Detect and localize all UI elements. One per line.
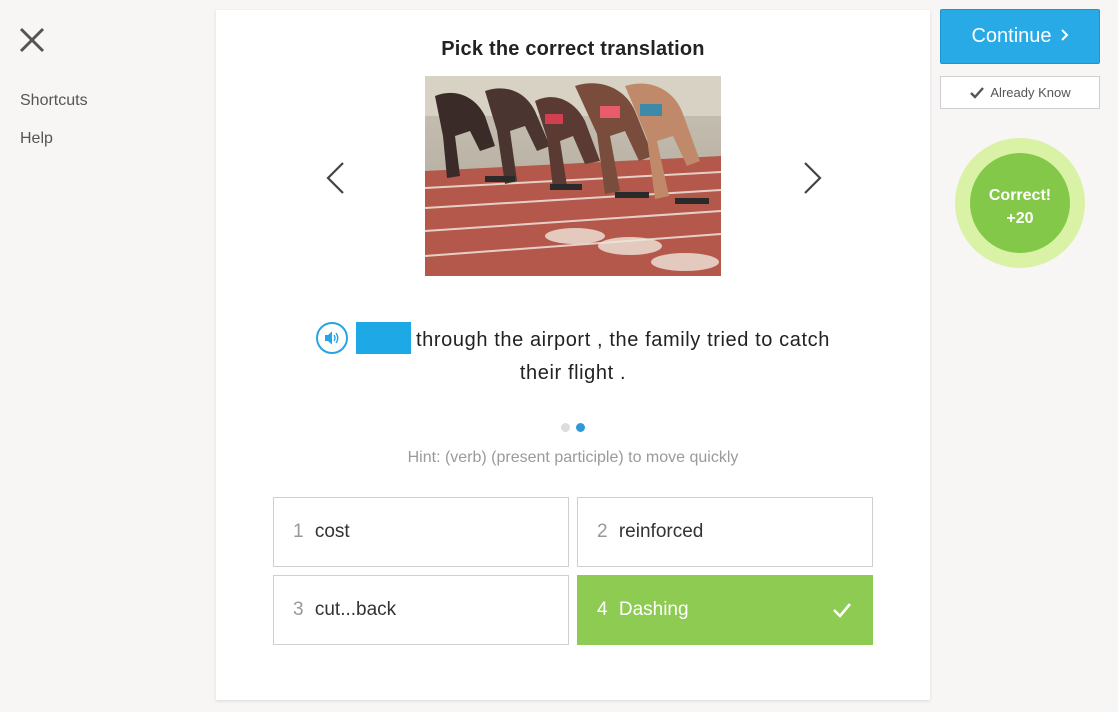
answer-label: cut...back <box>314 599 397 620</box>
answer-option-3[interactable]: 3 cut...back <box>273 575 569 645</box>
help-link[interactable]: Help <box>20 130 53 148</box>
answer-label: Dashing <box>618 599 689 620</box>
answer-number: 4 <box>597 599 608 620</box>
pagination-dots <box>216 423 930 432</box>
answer-option-1[interactable]: 1 cost <box>273 497 569 567</box>
checkmark-icon <box>833 603 851 618</box>
close-icon[interactable] <box>18 26 46 54</box>
checkmark-icon <box>970 87 985 99</box>
sentence-text-line2: their flight . <box>519 362 627 384</box>
shortcuts-link[interactable]: Shortcuts <box>20 92 88 110</box>
continue-label: Continue <box>971 25 1052 47</box>
page-title: Pick the correct translation <box>441 38 705 60</box>
chevron-right-icon <box>1060 29 1068 41</box>
correct-badge-inner: Correct! +20 <box>970 153 1070 253</box>
question-sentence: through the airport , the family tried t… <box>296 321 850 390</box>
answer-number: 3 <box>293 599 304 620</box>
already-know-button[interactable]: Already Know <box>940 76 1100 109</box>
question-card: Pick the correct translation through the… <box>216 10 930 700</box>
answer-blank <box>356 321 412 354</box>
answer-option-4-selected[interactable]: 4 Dashing <box>577 575 873 645</box>
answer-option-2[interactable]: 2 reinforced <box>577 497 873 567</box>
pagination-dot-2[interactable] <box>576 423 585 432</box>
chevron-right-icon[interactable] <box>800 160 824 196</box>
quiz-page: Shortcuts Help Pick the correct translat… <box>0 0 1118 712</box>
continue-button[interactable]: Continue <box>940 9 1100 64</box>
answer-label: cost <box>314 521 350 542</box>
answer-number: 2 <box>597 521 608 542</box>
answer-label: reinforced <box>618 521 704 542</box>
sentence-text-line1: through the airport , the family tried t… <box>416 329 830 351</box>
answer-number: 1 <box>293 521 304 542</box>
badge-points-text: +20 <box>1006 210 1034 227</box>
correct-badge: Correct! +20 <box>955 138 1085 268</box>
chevron-left-icon[interactable] <box>324 160 348 196</box>
badge-status-text: Correct! <box>988 187 1052 204</box>
already-know-label: Already Know <box>990 85 1071 100</box>
question-photo <box>425 76 721 276</box>
speaker-icon[interactable] <box>316 321 349 354</box>
hint-text: Hint: (verb) (present participle) to mov… <box>407 449 739 466</box>
pagination-dot-1[interactable] <box>561 423 570 432</box>
